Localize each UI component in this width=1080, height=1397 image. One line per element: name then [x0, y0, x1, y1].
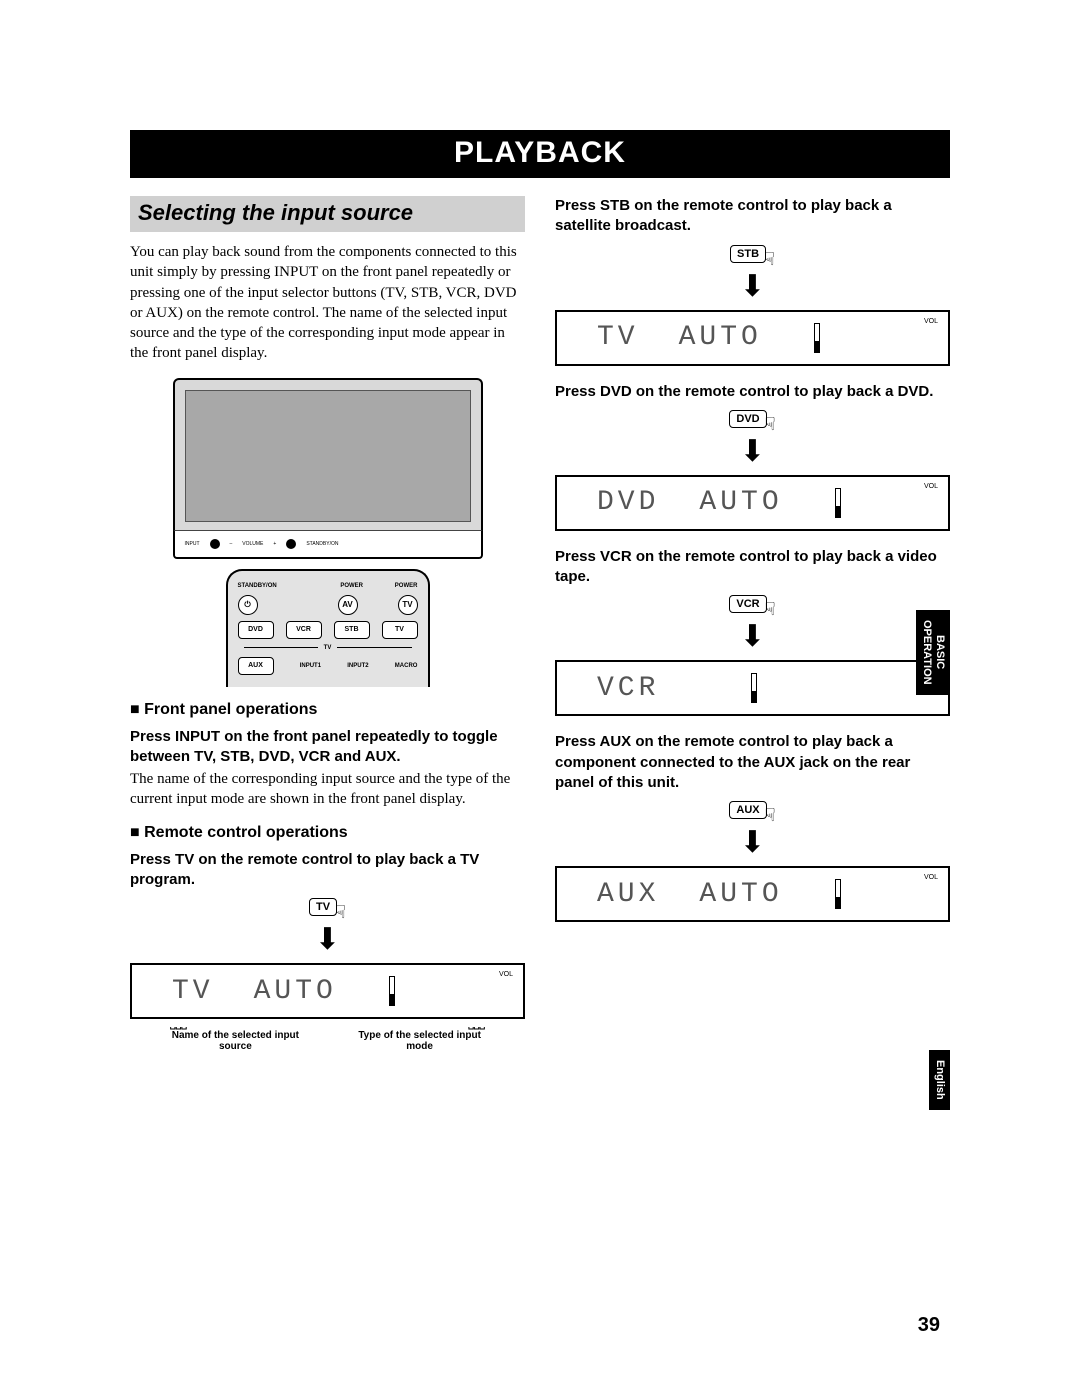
display-tv: TV AUTO VOL [130, 963, 525, 1019]
vol-label: VOL [924, 874, 938, 881]
dvd-key-icon: DVD [729, 410, 766, 428]
vol-bar-icon [389, 976, 395, 1006]
aux-step-instruction: Press AUX on the remote control to play … [555, 732, 950, 793]
remote-dvd-button: DVD [238, 621, 274, 639]
front-panel-instruction: Press INPUT on the front panel repeatedl… [130, 727, 525, 768]
right-column: Press STB on the remote control to play … [555, 196, 950, 1052]
display-src: VCR [597, 673, 659, 704]
remote-aux-button: AUX [238, 657, 274, 675]
intro-paragraph: You can play back sound from the compone… [130, 242, 525, 364]
arrow-down-icon: ⬇ [740, 622, 765, 652]
dvd-step-instruction: Press DVD on the remote control to play … [555, 382, 950, 402]
left-column: Selecting the input source You can play … [130, 196, 525, 1052]
dvd-step: DVD ☟ ⬇ [555, 410, 950, 471]
remote-standby-label: STANDBY/ON [238, 583, 277, 589]
remote-av-button: AV [338, 595, 358, 615]
display-aux: AUX AUTO VOL [555, 866, 950, 922]
display-stb: TV AUTO VOL [555, 310, 950, 366]
remote-stb-button: STB [334, 621, 370, 639]
display-src: AUX [597, 879, 659, 910]
arrow-down-icon: ⬇ [740, 828, 765, 858]
input-knob-icon [210, 539, 220, 549]
vol-bar-icon [835, 488, 841, 518]
display-mode: AUTO [699, 879, 782, 910]
remote-illustration: STANDBY/ON POWER POWER ⏻ AV TV DVD VCR S… [226, 569, 430, 687]
display-label-source: Name of the selected input source [160, 1030, 311, 1052]
display-mode: AUTO [254, 976, 337, 1007]
stb-step: STB ☟ ⬇ [555, 245, 950, 306]
remote-tv-power-button: TV [398, 595, 418, 615]
display-mode: AUTO [699, 487, 782, 518]
section-heading: Selecting the input source [130, 196, 525, 232]
vol-label: VOL [924, 483, 938, 490]
display-src: DVD [597, 487, 659, 518]
vol-bar-icon [751, 673, 757, 703]
remote-input2-label: INPUT2 [347, 663, 368, 669]
display-label-mode: Type of the selected input mode [344, 1030, 495, 1052]
vcr-step: VCR ☟ ⬇ [555, 595, 950, 656]
display-vcr: VCR VOL [555, 660, 950, 716]
standby-knob-icon [286, 539, 296, 549]
front-panel-heading: Front panel operations [130, 701, 525, 719]
stb-key-icon: STB [730, 245, 766, 263]
side-tab-basic-operation: BASICOPERATION [916, 610, 950, 695]
front-panel-body: The name of the corresponding input sour… [130, 769, 525, 810]
tv-step-instruction: Press TV on the remote control to play b… [130, 850, 525, 891]
vol-bar-icon [835, 879, 841, 909]
vol-label: VOL [499, 971, 513, 978]
press-icon: ☟ [765, 805, 776, 826]
page-title: PLAYBACK [130, 130, 950, 178]
vcr-key-icon: VCR [729, 595, 766, 613]
press-icon: ☟ [765, 599, 776, 620]
remote-input1-label: INPUT1 [300, 663, 321, 669]
aux-key-icon: AUX [729, 801, 766, 819]
stb-step-instruction: Press STB on the remote control to play … [555, 196, 950, 237]
press-icon: ☟ [335, 902, 346, 923]
arrow-down-icon: ⬇ [740, 437, 765, 467]
remote-power-label: POWER [340, 583, 363, 589]
standby-label: STANDBY/ON [306, 541, 338, 547]
press-icon: ☟ [764, 249, 775, 270]
tv-step: TV ☟ ⬇ [130, 898, 525, 959]
display-src: TV [172, 976, 214, 1007]
press-icon: ☟ [765, 414, 776, 435]
arrow-down-icon: ⬇ [315, 925, 340, 955]
aux-step: AUX ☟ ⬇ [555, 801, 950, 862]
remote-vcr-button: VCR [286, 621, 322, 639]
remote-standby-button: ⏻ [238, 595, 258, 615]
remote-ops-heading: Remote control operations [130, 824, 525, 842]
volume-label: VOLUME [242, 541, 263, 547]
input-label: INPUT [185, 541, 200, 547]
vol-bar-icon [814, 323, 820, 353]
vcr-step-instruction: Press VCR on the remote control to play … [555, 547, 950, 588]
remote-macro-label: MACRO [395, 663, 418, 669]
remote-power-label-2: POWER [395, 583, 418, 589]
device-illustration: INPUT – VOLUME + STANDBY/ON [173, 378, 483, 559]
remote-tv-group-label: TV [324, 645, 332, 651]
display-mode: AUTO [679, 322, 762, 353]
tv-key-icon: TV [309, 898, 337, 916]
display-src: TV [597, 322, 639, 353]
arrow-down-icon: ⬇ [740, 272, 765, 302]
remote-tv-button: TV [382, 621, 418, 639]
vol-label: VOL [924, 318, 938, 325]
display-dvd: DVD AUTO VOL [555, 475, 950, 531]
page-number: 39 [918, 1314, 940, 1337]
side-tab-english: English [929, 1050, 950, 1110]
